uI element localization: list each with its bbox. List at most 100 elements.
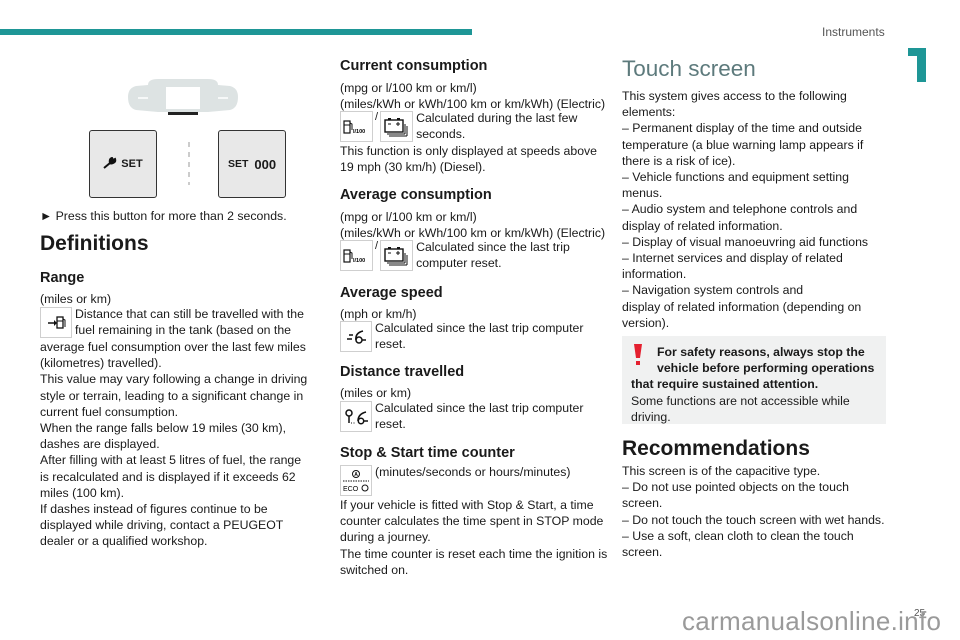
current-desc-line: seconds. <box>416 127 466 142</box>
icon-separator: / <box>375 240 379 252</box>
set-value: 000 <box>254 156 277 172</box>
current-description: l/100 / Calculated during the last few s… <box>340 111 610 142</box>
range-body: average fuel consumption over the last f… <box>40 339 330 550</box>
touch-body-line: menus. <box>622 186 663 201</box>
speed-desc-line: Calculated since the last trip computer <box>375 321 584 335</box>
average-description: l/100 / Calculated since the last trip c… <box>340 240 610 271</box>
touch-body-line: This system gives access to the followin… <box>622 89 847 103</box>
touch-body-line: display of related information (dependin… <box>622 299 862 314</box>
touch-body-line: elements: <box>622 105 676 120</box>
warning-bold-line: vehicle before performing operations <box>657 361 875 376</box>
touch-body-line: – Navigation system controls and <box>622 283 804 298</box>
touch-body-line: information. <box>622 267 687 282</box>
distance-travelled-heading: Distance travelled <box>340 364 465 380</box>
instruction-text: ► Press this button for more than 2 seco… <box>40 209 287 223</box>
svg-text:A: A <box>354 472 358 478</box>
safety-warning-box: For safety reasons, always stop the vehi… <box>622 336 886 424</box>
current-units: (mpg or l/100 km or km/l) <box>340 81 477 95</box>
watermark: carmanualsonline.info <box>682 606 942 636</box>
touch-screen-body: This system gives access to the followin… <box>622 88 892 331</box>
speed-description: Calculated since the last trip computer … <box>340 321 610 352</box>
range-body-line: style or terrain, leading to a significa… <box>40 388 304 403</box>
range-body-line: current fuel consumption. <box>40 404 179 419</box>
distance-desc-line: reset. <box>375 417 406 432</box>
recommendation-line: – Do not use pointed objects on the touc… <box>622 480 849 495</box>
range-body-line: average fuel consumption over the last f… <box>40 340 306 354</box>
touch-body-line: – Audio system and telephone controls an… <box>622 202 858 217</box>
distance-description: Calculated since the last trip computer … <box>340 401 610 432</box>
current-body-line: This function is only displayed at speed… <box>340 144 598 158</box>
warning-exclamation-icon <box>633 344 643 371</box>
touch-body-line: – Vehicle functions and equipment settin… <box>622 170 849 185</box>
current-desc-line: Calculated during the last few <box>416 111 578 125</box>
dashboard-cluster-icon <box>128 79 238 115</box>
recommendation-line: – Use a soft, clean cloth to clean the t… <box>622 528 854 543</box>
recommendations-heading: Recommendations <box>622 437 810 460</box>
touch-body-line: – Permanent display of the time and outs… <box>622 121 862 136</box>
header-accent-bar <box>0 29 472 35</box>
fuel-consumption-icon: l/100 <box>340 240 373 271</box>
touch-body-line: – Display of visual manoeuvring aid func… <box>622 234 869 249</box>
range-description: Distance that can still be travelled wit… <box>40 307 325 338</box>
stop-start-body-line: during a journey. <box>340 530 431 545</box>
chapter-number-1 <box>908 48 926 82</box>
recommendations-body: This screen is of the capacitive type. –… <box>622 463 892 560</box>
average-desc-line: Calculated since the last trip <box>416 240 570 254</box>
recommendation-line: – Do not touch the touch screen with wet… <box>622 512 885 527</box>
touch-body-line: version). <box>622 315 670 330</box>
stop-start-description: A ECO (minutes/seconds or hours/minutes) <box>340 465 610 496</box>
stop-start-body-line: switched on. <box>340 562 409 577</box>
stop-start-body-line: counter calculates the time spent in STO… <box>340 514 604 529</box>
current-body-line: 19 mph (30 km/h) (Diesel). <box>340 160 486 174</box>
range-body-line: (kilometres) travelled). <box>40 356 162 371</box>
recommendation-line: screen. <box>622 496 663 511</box>
stop-start-heading: Stop & Start time counter <box>340 445 515 461</box>
touch-body-line: temperature (a blue warning lamp appears… <box>622 137 864 152</box>
range-body-line: dealer or a qualified workshop. <box>40 534 208 549</box>
set-label: SET <box>227 158 249 170</box>
range-body-line: miles (100 km). <box>40 485 125 500</box>
distance-travelled-icon <box>340 401 372 432</box>
range-units: (miles or km) <box>40 292 112 306</box>
svg-text:l/100: l/100 <box>353 129 365 135</box>
average-desc-line: computer reset. <box>416 256 502 271</box>
touch-screen-heading: Touch screen <box>622 56 756 81</box>
recommendation-line: This screen is of the capacitive type. <box>622 464 821 478</box>
fuel-consumption-icon: l/100 <box>340 111 373 142</box>
stop-start-eco-icon: A ECO <box>340 465 372 496</box>
touch-body-line: – Internet services and display of relat… <box>622 251 843 266</box>
average-speed-icon <box>340 321 372 352</box>
range-body-line: This value may vary following a change i… <box>40 372 308 387</box>
set-wrench-button[interactable]: SET <box>89 130 157 198</box>
touch-body-line: display of related information. <box>622 218 783 233</box>
touch-body-line: there is a risk of ice). <box>622 153 736 168</box>
warning-bold-line: that require sustained attention. <box>631 377 819 392</box>
distance-desc-line: Calculated since the last trip computer <box>375 401 584 415</box>
battery-icon <box>380 111 414 142</box>
stop-start-body: If your vehicle is fitted with Stop & St… <box>340 497 620 578</box>
svg-text:l/100: l/100 <box>353 258 365 264</box>
section-title: Instruments <box>822 25 885 39</box>
current-consumption-heading: Current consumption <box>340 58 488 74</box>
stop-start-units: (minutes/seconds or hours/minutes) <box>375 465 571 479</box>
range-body-line: When the range falls below 19 miles (30 … <box>40 421 287 436</box>
icon-separator: / <box>375 111 379 123</box>
set-label: SET <box>121 158 143 170</box>
range-body-line: dashes are displayed. <box>40 437 160 452</box>
warning-bold-line: For safety reasons, always stop the <box>657 345 865 359</box>
range-heading: Range <box>40 270 85 286</box>
set-000-button[interactable]: SET 000 <box>218 130 286 198</box>
wrench-icon <box>103 156 117 172</box>
average-consumption-heading: Average consumption <box>340 187 492 203</box>
distance-units: (miles or km) <box>340 386 412 400</box>
battery-icon <box>380 240 414 271</box>
warning-line: driving. <box>631 409 671 424</box>
warning-line: Some functions are not accessible while <box>631 393 850 408</box>
range-desc-line: fuel remaining in the tank (based on the <box>75 323 292 338</box>
average-units: (mpg or l/100 km or km/l) <box>340 210 477 224</box>
range-body-line: After filling with at least 5 litres of … <box>40 453 302 468</box>
range-body-line: displayed while driving, contact a PEUGE… <box>40 518 284 533</box>
speed-desc-line: reset. <box>375 337 406 352</box>
stop-start-body-line: The time counter is reset each time the … <box>340 546 608 561</box>
svg-text:ECO: ECO <box>343 486 359 493</box>
